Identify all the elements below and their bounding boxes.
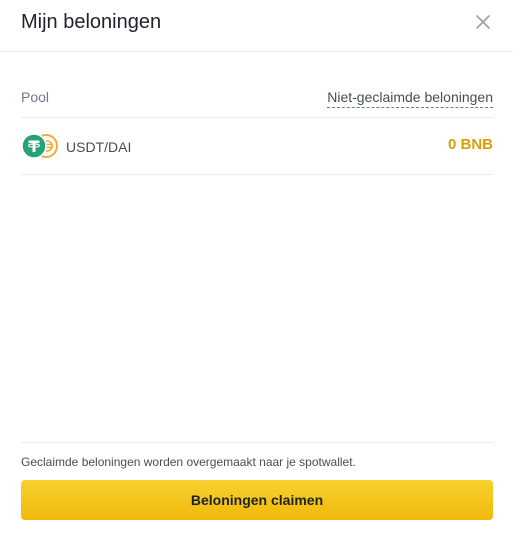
modal-title: Mijn beloningen [21, 11, 162, 33]
pool-pair-name: USDT/DAI [66, 139, 132, 155]
usdt-token-icon [21, 133, 47, 159]
unclaimed-reward-amount: 0 BNB [447, 136, 493, 153]
footer-divider [21, 442, 493, 443]
rewards-modal: Mijn beloningen Pool Niet-geclaimde belo… [0, 0, 513, 539]
table-row: USDT/DAI 0 BNB [21, 118, 493, 174]
footer-note: Geclaimde beloningen worden overgemaakt … [21, 455, 356, 469]
column-header-pool: Pool [21, 89, 50, 105]
claim-rewards-button[interactable]: Beloningen claimen [21, 480, 493, 520]
close-icon [476, 15, 490, 29]
close-button[interactable] [472, 11, 494, 33]
modal-header: Mijn beloningen [0, 0, 513, 52]
token-pair-icons [21, 133, 61, 159]
table-divider [21, 174, 493, 175]
column-header-unclaimed-rewards[interactable]: Niet-geclaimde beloningen [327, 88, 493, 108]
